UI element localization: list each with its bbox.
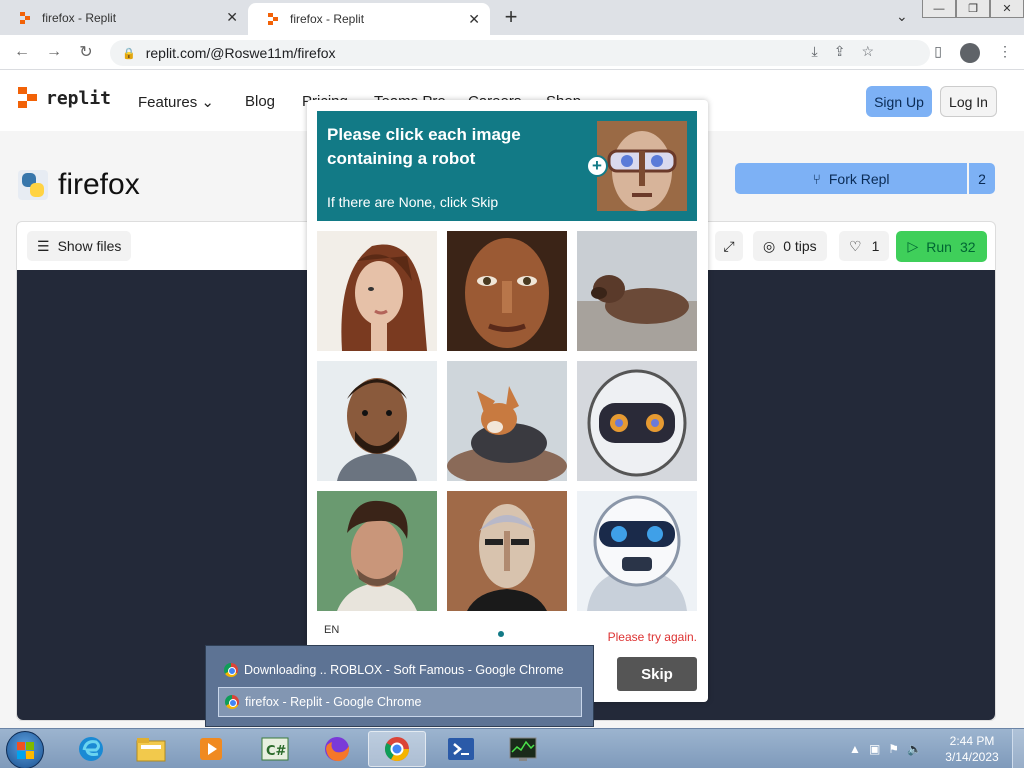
tips-icon: ◎ [763,237,776,254]
windows-taskbar: C# ▲ ▣ ⚑ 🔈 2:44 PM 3/14/2023 [0,728,1024,768]
run-button[interactable]: ▷ Run 32 [896,231,987,262]
bookmark-star-icon[interactable]: ☆ [861,43,874,60]
replit-favicon-icon [268,13,280,25]
browser-tab-1[interactable]: firefox - Replit ✕ [0,0,248,35]
replit-logo-icon [18,87,38,109]
new-tab-button[interactable]: + [500,4,522,30]
man-curly-hair-icon[interactable] [317,491,437,611]
side-panel-icon[interactable]: ▯ [934,43,942,63]
close-window-icon[interactable]: ✕ [990,0,1024,18]
csharp-icon[interactable]: C# [246,731,304,767]
menu-kebab-icon[interactable]: ⋮ [998,43,1012,63]
sample-robot-face-icon [597,121,687,211]
share-icon[interactable]: ⇪ [834,43,846,60]
robot-face-icon[interactable] [577,361,697,481]
window-item-firefox-replit[interactable]: firefox - Replit - Google Chrome [218,687,582,717]
clock-date: 3/14/2023 [945,750,999,764]
android-face-icon[interactable] [447,491,567,611]
captcha-prompt: Please click each image containing a rob… [327,125,521,168]
dog-lying-icon[interactable] [577,231,697,351]
nav-features[interactable]: Features ⌄ [138,93,214,111]
show-desktop-button[interactable] [1012,729,1024,768]
nav-blog[interactable]: Blog [245,93,275,110]
woman-portrait-icon[interactable] [317,231,437,351]
clock[interactable]: 2:44 PM 3/14/2023 [932,733,1012,765]
tab-close-icon[interactable]: ✕ [468,11,480,28]
chrome-icon [225,695,239,709]
address-bar-actions: ⤓ ⇪ ☆ [812,43,875,60]
play-icon: ▷ [907,238,919,254]
chrome-icon[interactable] [368,731,426,767]
window-controls: — ❐ ✕ [922,0,1024,18]
tray-icons: ▲ ▣ ⚑ 🔈 [849,742,922,756]
fork-icon: ⑂ [812,170,821,187]
chevron-down-icon: ⌄ [201,94,214,111]
repl-name: firefox [58,168,140,201]
network-icon[interactable]: ▣ [869,742,880,756]
like-button[interactable]: ♡ 1 [839,231,890,261]
bronze-face-icon[interactable] [447,231,567,351]
toolbar-right: ▯ ⋮ [934,43,1012,63]
captcha-hint: If there are None, click Skip [327,194,499,210]
window-item-downloading[interactable]: Downloading .. ROBLOX - Soft Famous - Go… [218,655,582,685]
tray-expand-icon[interactable]: ▲ [849,742,861,756]
show-files-button[interactable]: ☰ Show files [27,231,132,261]
captcha-dialog: Please click each image containing a rob… [307,100,708,702]
lock-icon: 🔒 [122,47,136,60]
replit-logo-text: replit [46,87,112,109]
tab-title: firefox - Replit [290,12,365,26]
forward-arrow-icon[interactable]: → [38,43,70,61]
heart-icon: ♡ [849,237,862,254]
tab-title: firefox - Replit [42,10,117,25]
captcha-image-grid [317,231,697,611]
system-tray: ▲ ▣ ⚑ 🔈 2:44 PM 3/14/2023 [849,729,1024,768]
replit-logo[interactable]: replit [18,87,111,109]
python-icon [18,170,48,200]
edge-icon[interactable] [62,731,120,767]
browser-tab-strip: firefox - Replit ✕ firefox - Replit ✕ + … [0,0,1024,35]
repl-title: firefox [18,168,140,202]
file-explorer-icon[interactable] [122,731,180,767]
restore-icon[interactable]: ❐ [956,0,990,18]
minimize-icon[interactable]: — [922,0,956,18]
fork-count[interactable]: 2 [969,163,995,194]
url-text: replit.com/@Roswe11m/firefox [145,45,336,61]
man-beard-icon[interactable] [317,361,437,481]
language-selector[interactable]: EN [324,624,339,636]
profile-avatar-icon[interactable] [960,43,980,63]
log-in-button[interactable]: Log In [940,86,997,117]
action-center-icon[interactable]: ⚑ [888,742,899,756]
reload-icon[interactable]: ↻ [70,42,102,62]
address-bar[interactable]: 🔒 replit.com/@Roswe11m/firefox [110,40,930,66]
sign-up-button[interactable]: Sign Up [866,86,932,117]
browser-tab-2-active[interactable]: firefox - Replit ✕ [248,3,490,35]
corgi-icon[interactable] [447,361,567,481]
chrome-icon [224,663,238,677]
files-icon: ☰ [37,237,50,254]
captcha-error: Please try again. [607,630,697,644]
fork-repl-button[interactable]: ⑂ Fork Repl [735,163,967,194]
install-icon[interactable]: ⤓ [812,43,818,60]
start-button-icon[interactable] [6,731,44,768]
expand-icon[interactable]: ⤢ [715,231,743,261]
skip-button[interactable]: Skip [617,657,697,691]
tab-search-chevron-icon[interactable]: ⌄ [896,8,908,25]
clock-time: 2:44 PM [949,734,995,748]
powershell-icon[interactable] [432,731,490,767]
browser-toolbar: ← → ↻ 🔒 replit.com/@Roswe11m/firefox ⤓ ⇪… [0,35,1024,70]
chrome-window-list-popup: Downloading .. ROBLOX - Soft Famous - Go… [205,645,594,727]
captcha-header: Please click each image containing a rob… [317,111,697,221]
tab-close-icon[interactable]: ✕ [226,9,238,26]
task-manager-icon[interactable] [494,731,552,767]
page-dot-indicator [498,631,504,637]
expand-sample-plus-icon[interactable]: + [586,155,608,177]
back-arrow-icon[interactable]: ← [6,43,38,61]
tips-button[interactable]: ◎ 0 tips [753,231,827,261]
svg-text:C#: C# [266,744,287,759]
replit-favicon-icon [20,11,32,24]
white-robot-icon[interactable] [577,491,697,611]
media-player-icon[interactable] [182,731,240,767]
volume-icon[interactable]: 🔈 [907,742,922,756]
firefox-icon[interactable] [308,731,366,767]
